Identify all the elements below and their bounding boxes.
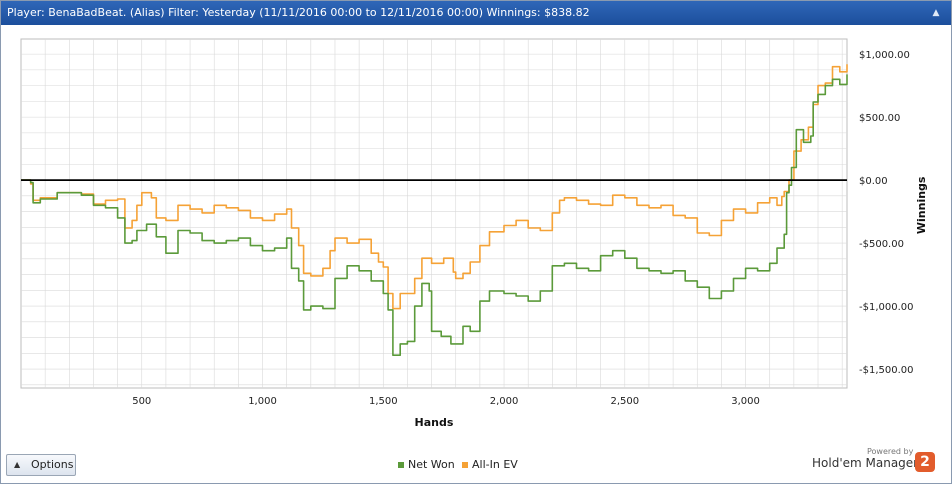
y-tick-label: -$1,000.00 bbox=[859, 302, 914, 313]
y-tick-label: $0.00 bbox=[859, 176, 888, 187]
panel-header: Player: BenaBadBeat. (Alias) Filter: Yes… bbox=[1, 1, 951, 25]
x-tick-label: 1,500 bbox=[369, 396, 398, 407]
y-axis-title: Winnings bbox=[915, 176, 928, 234]
legend-item-net-won[interactable]: Net Won bbox=[398, 458, 455, 471]
legend-swatch-net-won bbox=[398, 462, 404, 468]
plot-area bbox=[20, 38, 848, 389]
winnings-chart: 500 1,000 1,500 2,000 2,500 3,000 $1,000.00 $50… bbox=[20, 38, 928, 429]
panel-title: Player: BenaBadBeat. (Alias) Filter: Yes… bbox=[7, 6, 590, 19]
report-panel: Player: BenaBadBeat. (Alias) Filter: Yes… bbox=[0, 0, 952, 484]
x-tick-label: 3,000 bbox=[731, 396, 760, 407]
legend-swatch-all-in-ev bbox=[462, 462, 468, 468]
legend-item-all-in-ev[interactable]: All-In EV bbox=[462, 458, 518, 471]
triangle-up-icon: ▲ bbox=[14, 460, 21, 469]
collapse-icon[interactable]: ▲ bbox=[929, 7, 943, 19]
options-button[interactable]: ▲ Options bbox=[6, 454, 76, 476]
x-axis-title: Hands bbox=[415, 416, 454, 429]
options-button-label: Options bbox=[31, 458, 74, 471]
legend-label-all-in-ev: All-In EV bbox=[472, 458, 518, 471]
y-tick-label: -$500.00 bbox=[859, 239, 904, 250]
x-tick-label: 500 bbox=[132, 396, 151, 407]
x-tick-label: 2,500 bbox=[610, 396, 639, 407]
y-tick-label: -$1,500.00 bbox=[859, 365, 914, 376]
x-tick-label: 2,000 bbox=[490, 396, 519, 407]
x-tick-label: 1,000 bbox=[248, 396, 277, 407]
legend-label-net-won: Net Won bbox=[408, 458, 455, 471]
hem2-logo-icon: 2 bbox=[915, 452, 935, 472]
powered-by-text: Powered by bbox=[867, 447, 914, 456]
brand-name: Hold'em Manager bbox=[812, 456, 919, 470]
y-tick-label: $500.00 bbox=[859, 113, 900, 124]
y-tick-label: $1,000.00 bbox=[859, 50, 910, 61]
